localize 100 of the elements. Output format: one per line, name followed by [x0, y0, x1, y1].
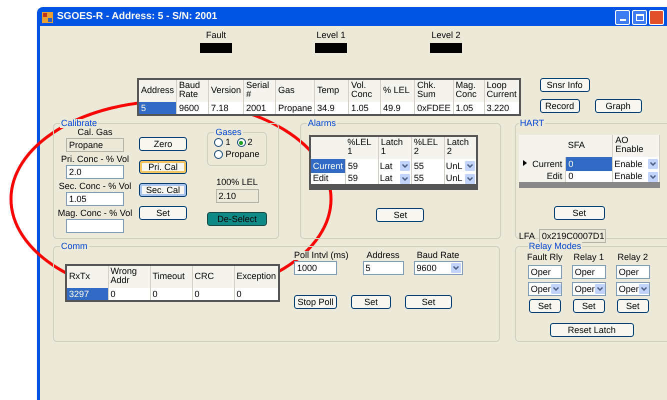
- dropdown-cell[interactable]: Lat: [380, 161, 410, 171]
- field-label: Address: [366, 251, 400, 260]
- dropdown-arrow-icon: [465, 161, 476, 171]
- column-header: %LEL 2: [411, 136, 444, 159]
- column-header: Timeout: [150, 265, 192, 288]
- table-cell: 1.05: [453, 102, 484, 115]
- column-header: Vol. Conc: [348, 79, 381, 102]
- row-header: Edit: [546, 172, 562, 181]
- row-header[interactable]: Edit: [310, 173, 346, 187]
- push-button[interactable]: Pri. Cal: [139, 160, 187, 174]
- push-button[interactable]: Set: [405, 295, 452, 309]
- table-cell: 0: [192, 288, 234, 301]
- table-cell: 1.05: [348, 102, 381, 115]
- status-indicator: [430, 43, 462, 53]
- dropdown[interactable]: Oper: [528, 282, 562, 296]
- column-header: %LEL 1: [345, 136, 378, 159]
- dropdown-arrow-icon: [648, 159, 658, 169]
- text-field[interactable]: 2.0: [66, 165, 124, 179]
- table-cell: 0: [234, 288, 280, 301]
- radio-option[interactable]: 2: [236, 138, 253, 147]
- column-header: Latch 1: [378, 136, 412, 159]
- push-button[interactable]: Stop Poll: [294, 295, 338, 309]
- field-label: Pri. Conc - % Vol: [60, 155, 130, 164]
- column-header: Address: [138, 79, 177, 102]
- field-label: Cal. Gas: [77, 128, 112, 137]
- table-cell: 59: [345, 159, 378, 173]
- text-field[interactable]: Oper: [572, 265, 606, 279]
- push-button[interactable]: Sec. Cal: [139, 183, 187, 197]
- dropdown[interactable]: Oper: [572, 282, 606, 296]
- table-cell: 0xFDEE: [414, 102, 454, 115]
- dropdown-arrow-icon: [400, 161, 410, 171]
- field-label: Fault Rly: [526, 253, 562, 262]
- field-label: Mag. Conc - % Vol: [58, 209, 132, 218]
- text-field[interactable]: 5: [362, 261, 404, 275]
- text-field[interactable]: 2.10: [216, 189, 258, 203]
- column-header: SFA: [566, 135, 613, 157]
- field-label: LFA: [518, 232, 535, 240]
- table-cell: Propane: [276, 102, 315, 115]
- text-field[interactable]: Propane: [66, 138, 124, 152]
- push-button[interactable]: Set: [572, 299, 605, 313]
- table-cell: 49.9: [380, 102, 415, 115]
- dropdown-cell[interactable]: Enable: [614, 172, 658, 182]
- row-header[interactable]: Current: [310, 159, 346, 173]
- text-field[interactable]: [66, 219, 124, 233]
- text-field[interactable]: 1.05: [66, 192, 124, 206]
- row-header: Current: [532, 160, 562, 168]
- push-button[interactable]: Set: [139, 206, 187, 220]
- group-title: Gases: [214, 128, 242, 137]
- field-label: 100% LEL: [216, 178, 258, 187]
- field-label: Level 1: [316, 31, 346, 40]
- minimize-button[interactable]: [615, 10, 630, 24]
- column-header: Serial #: [244, 79, 276, 102]
- push-button[interactable]: Set: [554, 206, 605, 220]
- push-button[interactable]: Set: [616, 299, 649, 313]
- table-cell: 0: [566, 171, 613, 185]
- text-field[interactable]: Oper: [616, 265, 650, 279]
- push-button[interactable]: Set: [528, 299, 561, 313]
- table-cell: 9600: [176, 102, 209, 115]
- field-label: Relay 2: [617, 253, 648, 262]
- push-button[interactable]: Set: [351, 295, 392, 309]
- push-button[interactable]: Graph: [594, 99, 642, 113]
- deselect-button[interactable]: De-Select: [207, 212, 267, 226]
- maximize-button[interactable]: [632, 10, 647, 24]
- dropdown[interactable]: Oper: [616, 282, 650, 296]
- status-indicator: [315, 43, 347, 53]
- table-cell: 7.18: [208, 102, 244, 115]
- radio-option[interactable]: 1: [214, 138, 230, 147]
- field-label: Baud Rate: [416, 251, 460, 260]
- table-cell: 59: [345, 173, 378, 187]
- field-label: Fault: [206, 31, 226, 40]
- text-field[interactable]: 0x219C0007D1: [538, 229, 606, 243]
- table-cell: 5: [138, 102, 177, 115]
- table-cell: 3297: [66, 288, 108, 301]
- table-cell: 0: [150, 288, 192, 301]
- dropdown-cell[interactable]: UnL: [446, 161, 476, 171]
- status-indicator: [200, 43, 232, 53]
- text-field[interactable]: 1000: [294, 261, 338, 275]
- column-header: Latch 2: [444, 136, 478, 159]
- dropdown[interactable]: 9600: [414, 261, 463, 275]
- group-title: Alarms: [306, 119, 337, 128]
- radio-option[interactable]: Propane: [214, 150, 260, 159]
- text-field[interactable]: Oper: [528, 265, 562, 279]
- column-header: Exception: [234, 265, 280, 288]
- column-header: RxTx: [66, 265, 108, 288]
- table-cell: 34.9: [314, 102, 349, 115]
- push-button[interactable]: Reset Latch: [550, 323, 634, 337]
- dropdown-arrow-icon: [648, 172, 658, 182]
- column-header: Gas: [276, 79, 315, 102]
- close-button[interactable]: [649, 10, 664, 24]
- push-button[interactable]: Zero: [139, 137, 187, 151]
- field-label: Level 2: [431, 31, 461, 40]
- column-header: Temp: [314, 79, 349, 102]
- push-button[interactable]: Record: [540, 99, 580, 113]
- push-button[interactable]: Set: [376, 208, 424, 222]
- table-cell: 55: [411, 159, 444, 173]
- table-cell: 0: [108, 288, 150, 301]
- push-button[interactable]: Snsr Info: [540, 78, 590, 92]
- window-title: SGOES-R - Address: 5 - S/N: 2001: [57, 12, 218, 22]
- dropdown-arrow-icon: [638, 284, 649, 294]
- dropdown-cell[interactable]: Enable: [614, 159, 658, 169]
